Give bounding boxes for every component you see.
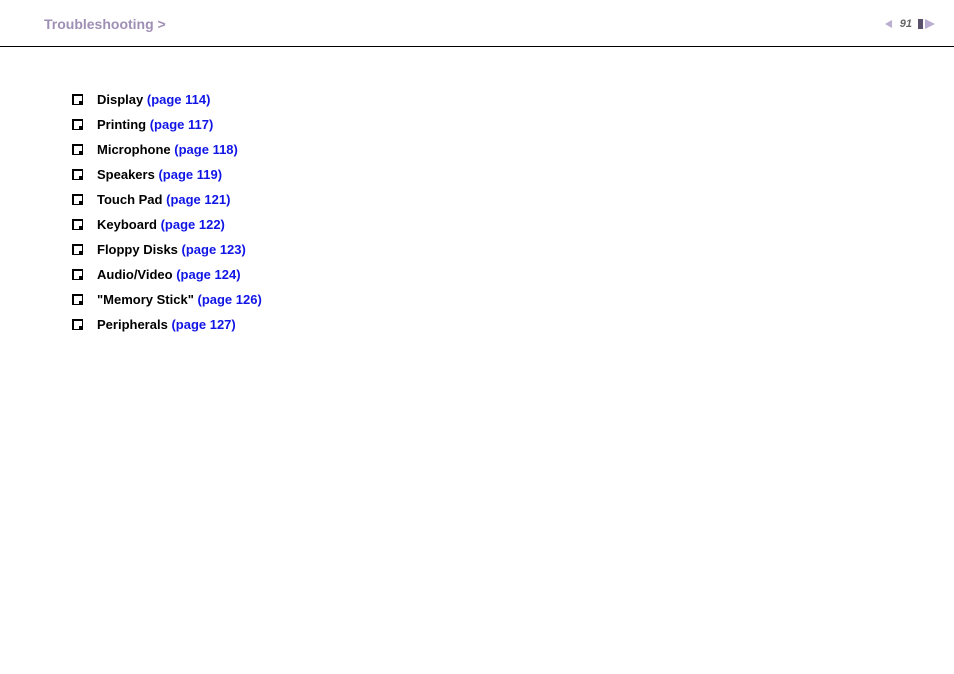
bullet-icon xyxy=(72,319,83,330)
list-item-text: Keyboard (page 122) xyxy=(97,218,225,231)
bullet-icon xyxy=(72,294,83,305)
item-label: Microphone xyxy=(97,142,174,157)
list-item: Speakers (page 119) xyxy=(72,168,954,181)
bullet-icon xyxy=(72,244,83,255)
page-link[interactable]: (page 122) xyxy=(161,217,225,232)
page-link[interactable]: (page 123) xyxy=(182,242,246,257)
bullet-icon xyxy=(72,269,83,280)
list-item: Display (page 114) xyxy=(72,93,954,106)
list-item-text: Touch Pad (page 121) xyxy=(97,193,230,206)
item-label: Speakers xyxy=(97,167,158,182)
list-item-text: Printing (page 117) xyxy=(97,118,213,131)
page: Troubleshooting > 91 Display (page 114) xyxy=(0,0,954,674)
item-label: Printing xyxy=(97,117,150,132)
list-item-text: Speakers (page 119) xyxy=(97,168,222,181)
page-link[interactable]: (page 117) xyxy=(150,117,214,132)
page-nav: 91 xyxy=(884,18,940,30)
list-item-text: Peripherals (page 127) xyxy=(97,318,236,331)
page-link[interactable]: (page 118) xyxy=(174,142,238,157)
list-item: Keyboard (page 122) xyxy=(72,218,954,231)
bullet-icon xyxy=(72,169,83,180)
item-label: Floppy Disks xyxy=(97,242,182,257)
bullet-icon xyxy=(72,119,83,130)
list-item-text: Floppy Disks (page 123) xyxy=(97,243,246,256)
breadcrumb[interactable]: Troubleshooting > xyxy=(44,16,166,32)
nav-prev-icon[interactable] xyxy=(884,19,894,29)
page-link[interactable]: (page 127) xyxy=(171,317,235,332)
item-label: Peripherals xyxy=(97,317,171,332)
page-link[interactable]: (page 121) xyxy=(166,192,230,207)
item-label: Touch Pad xyxy=(97,192,166,207)
bullet-icon xyxy=(72,194,83,205)
list-item-text: Microphone (page 118) xyxy=(97,143,238,156)
page-link[interactable]: (page 114) xyxy=(147,92,211,107)
bullet-icon xyxy=(72,144,83,155)
list-item-text: "Memory Stick" (page 126) xyxy=(97,293,262,306)
page-link[interactable]: (page 126) xyxy=(197,292,261,307)
item-label: "Memory Stick" xyxy=(97,292,197,307)
page-link[interactable]: (page 119) xyxy=(158,167,222,182)
bullet-icon xyxy=(72,219,83,230)
content-list: Display (page 114) Printing (page 117) M… xyxy=(0,47,954,331)
page-number: 91 xyxy=(898,18,914,30)
item-label: Audio/Video xyxy=(97,267,176,282)
list-item: Printing (page 117) xyxy=(72,118,954,131)
item-label: Display xyxy=(97,92,147,107)
item-label: Keyboard xyxy=(97,217,161,232)
list-item: Microphone (page 118) xyxy=(72,143,954,156)
list-item: "Memory Stick" (page 126) xyxy=(72,293,954,306)
nav-next-icon[interactable] xyxy=(918,18,940,30)
bullet-icon xyxy=(72,94,83,105)
list-item: Floppy Disks (page 123) xyxy=(72,243,954,256)
page-header: Troubleshooting > 91 xyxy=(0,0,954,47)
list-item: Touch Pad (page 121) xyxy=(72,193,954,206)
list-item: Peripherals (page 127) xyxy=(72,318,954,331)
list-item-text: Audio/Video (page 124) xyxy=(97,268,241,281)
list-item: Audio/Video (page 124) xyxy=(72,268,954,281)
page-link[interactable]: (page 124) xyxy=(176,267,240,282)
list-item-text: Display (page 114) xyxy=(97,93,210,106)
